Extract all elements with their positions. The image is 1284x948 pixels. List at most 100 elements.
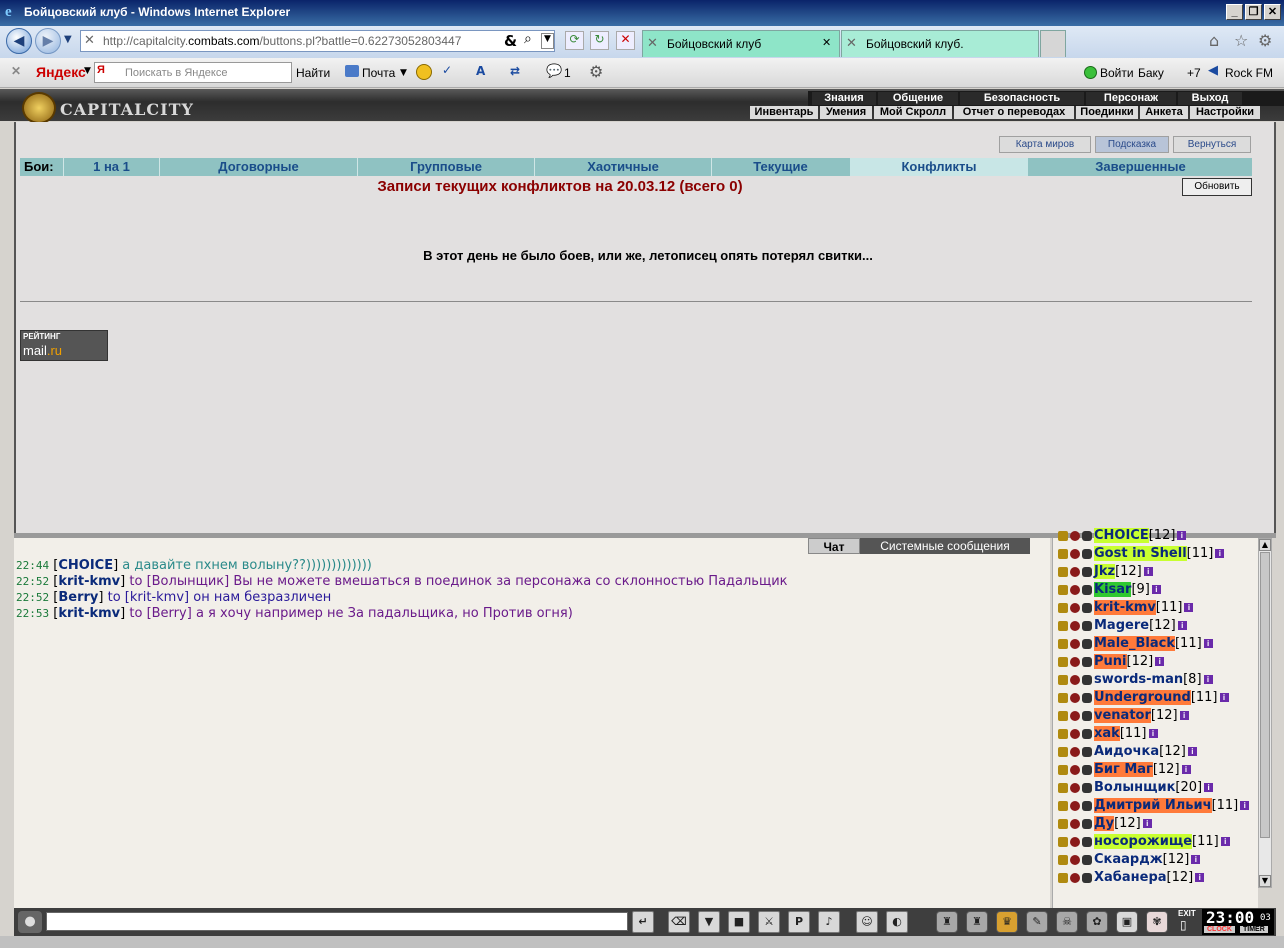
user-info-icon[interactable]: i — [1204, 783, 1214, 792]
user-name[interactable]: xak — [1094, 726, 1120, 741]
alignment-icon[interactable] — [1070, 764, 1080, 775]
user-name[interactable]: swords-man — [1094, 672, 1183, 687]
spellcheck-icon[interactable]: ✓ — [442, 63, 452, 77]
user-name[interactable]: Аидочка — [1094, 744, 1159, 759]
send-enter-icon[interactable]: ↵ — [632, 911, 654, 933]
stop-icon[interactable]: ✕ — [616, 31, 635, 50]
clan-icon[interactable] — [1082, 566, 1092, 577]
alignment-icon[interactable] — [1070, 530, 1080, 541]
smile-icon[interactable] — [416, 64, 432, 80]
alignment-icon[interactable] — [1070, 782, 1080, 793]
clan-icon[interactable] — [1082, 728, 1092, 739]
user-info-icon[interactable]: i — [1155, 657, 1165, 666]
back-icon[interactable]: ◀ — [6, 28, 32, 54]
clan-icon[interactable] — [1082, 746, 1092, 757]
private-message-icon[interactable] — [1058, 818, 1068, 829]
alignment-icon[interactable] — [1070, 602, 1080, 613]
alignment-icon[interactable] — [1070, 548, 1080, 559]
user-info-icon[interactable]: i — [1220, 837, 1230, 846]
tools-gear-icon[interactable]: ⚙ — [1258, 31, 1272, 50]
alignment-icon[interactable] — [1070, 710, 1080, 721]
private-message-icon[interactable] — [1058, 584, 1068, 595]
clan-icon[interactable] — [1082, 764, 1092, 775]
private-message-icon[interactable] — [1058, 764, 1068, 775]
user-name[interactable]: Биг Маг — [1094, 762, 1153, 777]
close-toolbar-icon[interactable]: ✕ — [11, 64, 21, 78]
private-message-icon[interactable] — [1058, 620, 1068, 631]
menu-my-scroll[interactable]: Мой Скролл — [874, 106, 952, 119]
slot-3-icon[interactable]: ♛ — [996, 911, 1018, 933]
tab-1v1[interactable]: 1 на 1 — [64, 158, 159, 176]
user-info-icon[interactable]: i — [1219, 693, 1229, 702]
save-log-icon[interactable]: ■ — [728, 911, 750, 933]
refresh-button[interactable]: Обновить — [1182, 178, 1252, 196]
home-icon[interactable]: ⌂ — [1209, 31, 1219, 50]
radio-speaker-icon[interactable]: ◀ — [1208, 63, 1218, 78]
hint-button[interactable]: Подсказка — [1095, 136, 1169, 153]
user-info-icon[interactable]: i — [1143, 567, 1153, 576]
clan-icon[interactable] — [1082, 548, 1092, 559]
alignment-icon[interactable] — [1070, 728, 1080, 739]
minimize-button[interactable]: _ — [1226, 4, 1243, 20]
yandex-find-button[interactable]: Найти — [296, 66, 330, 80]
smiles-icon[interactable]: ☺ — [856, 911, 878, 933]
alignment-icon[interactable] — [1070, 746, 1080, 757]
user-name[interactable]: Jkz — [1094, 564, 1116, 579]
menu-knowledge[interactable]: Знания — [812, 92, 876, 105]
login-power-icon[interactable] — [1084, 66, 1097, 79]
private-message-icon[interactable] — [1058, 692, 1068, 703]
mailru-rating-counter[interactable]: РЕЙТИНГ mail.ru — [20, 330, 108, 361]
clan-icon[interactable] — [1082, 710, 1092, 721]
compatibility-view-icon[interactable]: & — [504, 32, 517, 50]
tab-finished[interactable]: Завершенные — [1029, 158, 1252, 176]
radio-station[interactable]: Rock FM — [1225, 66, 1273, 80]
chat-tab[interactable]: Чат — [808, 538, 860, 554]
alignment-icon[interactable] — [1070, 692, 1080, 703]
user-name[interactable]: Gost in Shell — [1094, 546, 1187, 561]
mail-dropdown-icon[interactable]: ▼ — [400, 68, 407, 78]
alignment-icon[interactable] — [1070, 584, 1080, 595]
exit-label[interactable]: EXIT — [1178, 909, 1196, 918]
alignment-icon[interactable] — [1070, 638, 1080, 649]
favorites-star-icon[interactable]: ☆ — [1234, 31, 1248, 50]
clan-icon[interactable] — [1082, 620, 1092, 631]
user-name[interactable]: CHOICE — [1094, 528, 1149, 543]
private-message-icon[interactable] — [1058, 602, 1068, 613]
weather-city[interactable]: Баку — [1138, 66, 1164, 80]
clan-icon[interactable] — [1082, 656, 1092, 667]
user-name[interactable]: Male_Black — [1094, 636, 1175, 651]
private-message-icon[interactable] — [1058, 548, 1068, 559]
slot-6-icon[interactable]: ✿ — [1086, 911, 1108, 933]
world-map-button[interactable]: Карта миров — [999, 136, 1091, 153]
chat-sender[interactable]: krit-kmv — [58, 574, 120, 589]
close-tab-icon[interactable]: ✕ — [822, 36, 831, 49]
clan-icon[interactable] — [1082, 800, 1092, 811]
private-message-icon[interactable] — [1058, 746, 1068, 757]
chat-recipient[interactable]: Berry — [152, 606, 187, 621]
exit-door-icon[interactable]: ▯ — [1180, 918, 1187, 932]
user-info-icon[interactable]: i — [1203, 639, 1213, 648]
alignment-icon[interactable] — [1070, 800, 1080, 811]
alignment-icon[interactable] — [1070, 566, 1080, 577]
messages-icon[interactable]: 💬 — [546, 64, 562, 79]
alignment-icon[interactable] — [1070, 818, 1080, 829]
chat-sender[interactable]: Berry — [58, 590, 98, 605]
tab-arranged[interactable]: Договорные — [160, 158, 357, 176]
clan-icon[interactable] — [1082, 692, 1092, 703]
clan-icon[interactable] — [1082, 584, 1092, 595]
slot-7-icon[interactable]: ▣ — [1116, 911, 1138, 933]
helmet-icon[interactable]: ◐ — [886, 911, 908, 933]
tab-group[interactable]: Групповые — [358, 158, 534, 176]
tab-conflicts[interactable]: Конфликты — [850, 158, 1028, 176]
private-message-icon[interactable] — [1058, 836, 1068, 847]
user-name[interactable]: Скаардж — [1094, 852, 1163, 867]
private-message-icon[interactable] — [1058, 872, 1068, 883]
yandex-login-button[interactable]: Войти — [1100, 66, 1134, 80]
tab-fightclub-2[interactable]: Бойцовский клуб. — [841, 30, 1039, 57]
system-messages-tab[interactable]: Системные сообщения — [860, 538, 1030, 554]
settings-gear-icon[interactable]: ⚙ — [589, 62, 603, 81]
user-name[interactable]: Хабанера — [1094, 870, 1167, 885]
return-button[interactable]: Вернуться — [1173, 136, 1251, 153]
yandex-search-input[interactable]: Поискать в Яндексе — [94, 62, 292, 83]
user-info-icon[interactable]: i — [1215, 549, 1225, 558]
